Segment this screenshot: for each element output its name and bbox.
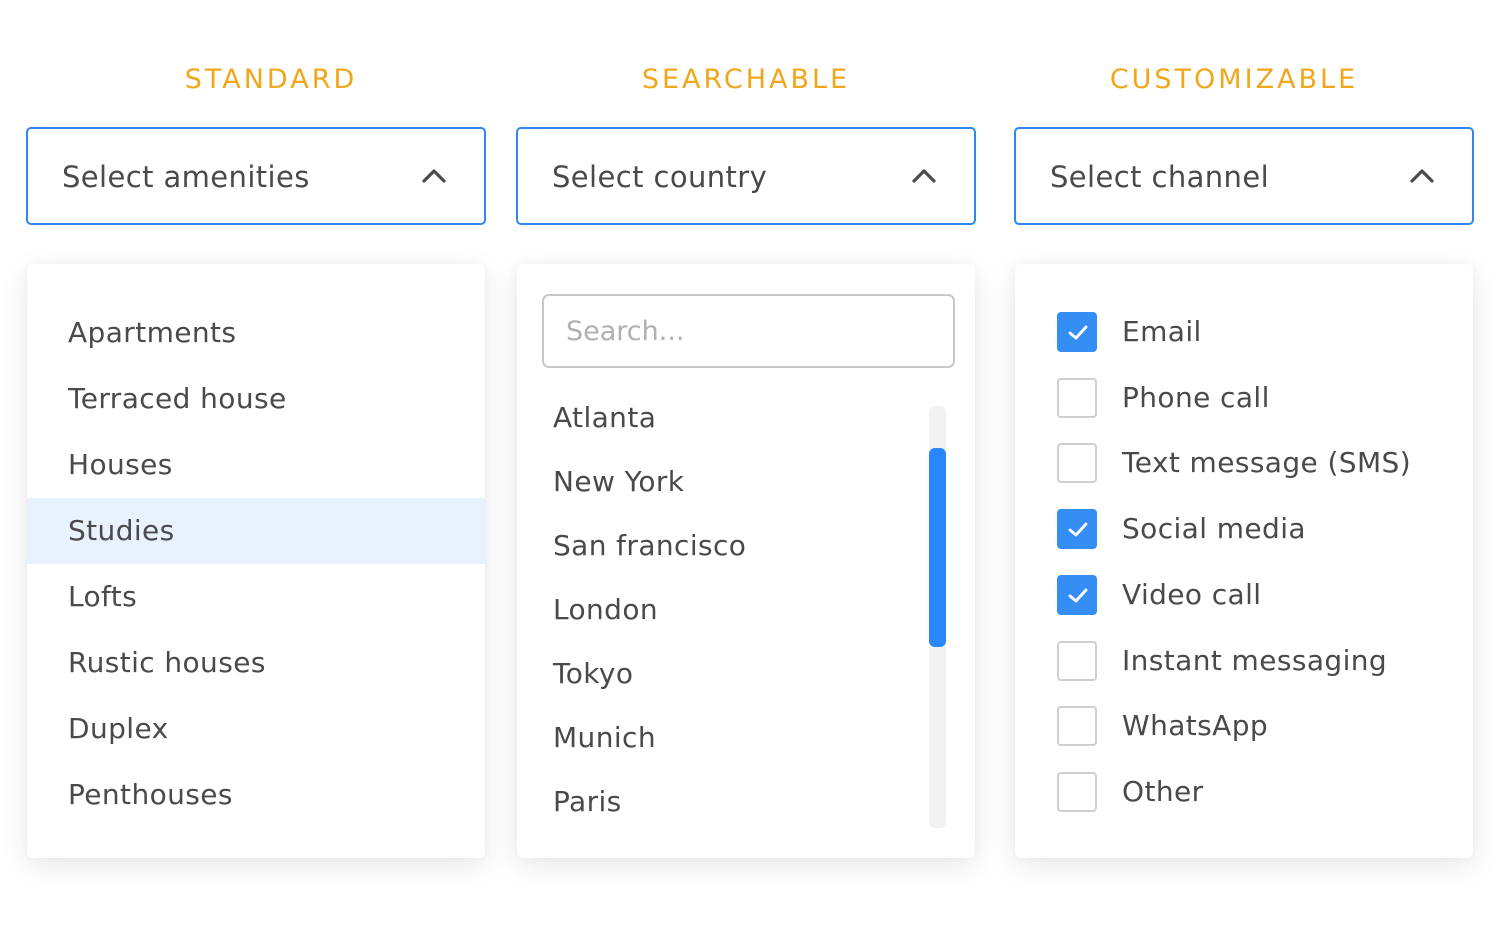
channel-option[interactable]: Email [1057, 299, 1477, 365]
checkbox-unchecked[interactable] [1057, 443, 1097, 484]
amenity-option[interactable]: Penthouses [27, 762, 485, 828]
amenity-option[interactable]: Terraced house [27, 366, 485, 432]
amenity-option[interactable]: Apartments [27, 300, 485, 366]
checkbox-unchecked[interactable] [1057, 706, 1097, 747]
channel-select-label: Select channel [1050, 160, 1270, 194]
standard-title: STANDARD [184, 64, 358, 95]
checkbox-unchecked[interactable] [1057, 771, 1097, 812]
channel-dropdown: Email Phone call Text message (SMS) Social … [1015, 264, 1473, 858]
amenity-option[interactable]: Rustic houses [27, 630, 485, 696]
country-option[interactable]: Atlanta [553, 386, 656, 450]
channel-option[interactable]: Social media [1057, 496, 1477, 562]
country-option[interactable]: Munich [553, 706, 656, 770]
chevron-up-icon[interactable] [422, 169, 446, 183]
channel-option-label: Instant messaging [1122, 643, 1388, 677]
channel-option-label: Other [1122, 774, 1204, 808]
channel-option-label: Social media [1122, 512, 1306, 546]
amenities-dropdown: Apartments Terraced house Houses Studies Lof… [27, 264, 485, 858]
checkbox-unchecked[interactable] [1057, 640, 1097, 681]
country-option[interactable]: New York [553, 450, 684, 514]
scrollbar-track[interactable] [929, 406, 946, 828]
country-select-label: Select country [552, 160, 768, 194]
channel-option-label: Video call [1122, 577, 1262, 611]
checkbox-checked[interactable] [1057, 574, 1097, 615]
checkmark-icon [1068, 325, 1088, 340]
amenities-select[interactable]: Select amenities [26, 127, 486, 225]
checkbox-unchecked[interactable] [1057, 377, 1097, 418]
checkmark-icon [1068, 522, 1088, 537]
country-option[interactable]: London [553, 578, 658, 642]
search-input[interactable] [542, 294, 955, 368]
chevron-up-icon[interactable] [1410, 169, 1434, 183]
amenity-option[interactable]: Houses [27, 432, 485, 498]
channel-option[interactable]: WhatsApp [1057, 693, 1477, 759]
channel-option-label: Text message (SMS) [1122, 446, 1412, 480]
channel-select[interactable]: Select channel [1014, 127, 1474, 225]
channel-option-label: WhatsApp [1122, 709, 1269, 743]
amenity-option[interactable]: Lofts [27, 564, 485, 630]
checkmark-icon [1068, 588, 1088, 603]
amenity-option[interactable]: Duplex [27, 696, 485, 762]
country-option[interactable]: Tokyo [553, 642, 633, 706]
searchable-title: SEARCHABLE [641, 64, 851, 95]
amenity-option[interactable]: Studies [27, 498, 485, 564]
country-select[interactable]: Select country [516, 127, 976, 225]
channel-option[interactable]: Text message (SMS) [1057, 430, 1477, 496]
channel-option[interactable]: Video call [1057, 562, 1477, 628]
channel-option[interactable]: Phone call [1057, 365, 1477, 431]
checkbox-checked[interactable] [1057, 509, 1097, 550]
amenities-select-label: Select amenities [62, 160, 310, 194]
channel-option-label: Phone call [1122, 380, 1270, 414]
chevron-up-icon[interactable] [912, 169, 936, 183]
checkbox-checked[interactable] [1057, 312, 1097, 352]
channel-option[interactable]: Instant messaging [1057, 628, 1477, 694]
country-dropdown: AtlantaNew YorkSan franciscoLondonTokyoM… [517, 264, 975, 858]
country-option[interactable]: San francisco [553, 514, 746, 578]
channel-option[interactable]: Other [1057, 759, 1477, 825]
channel-option-label: Email [1122, 315, 1202, 348]
customizable-title: CUSTOMIZABLE [1109, 64, 1359, 95]
scrollbar-thumb[interactable] [929, 448, 946, 647]
country-option[interactable]: Paris [553, 770, 622, 834]
